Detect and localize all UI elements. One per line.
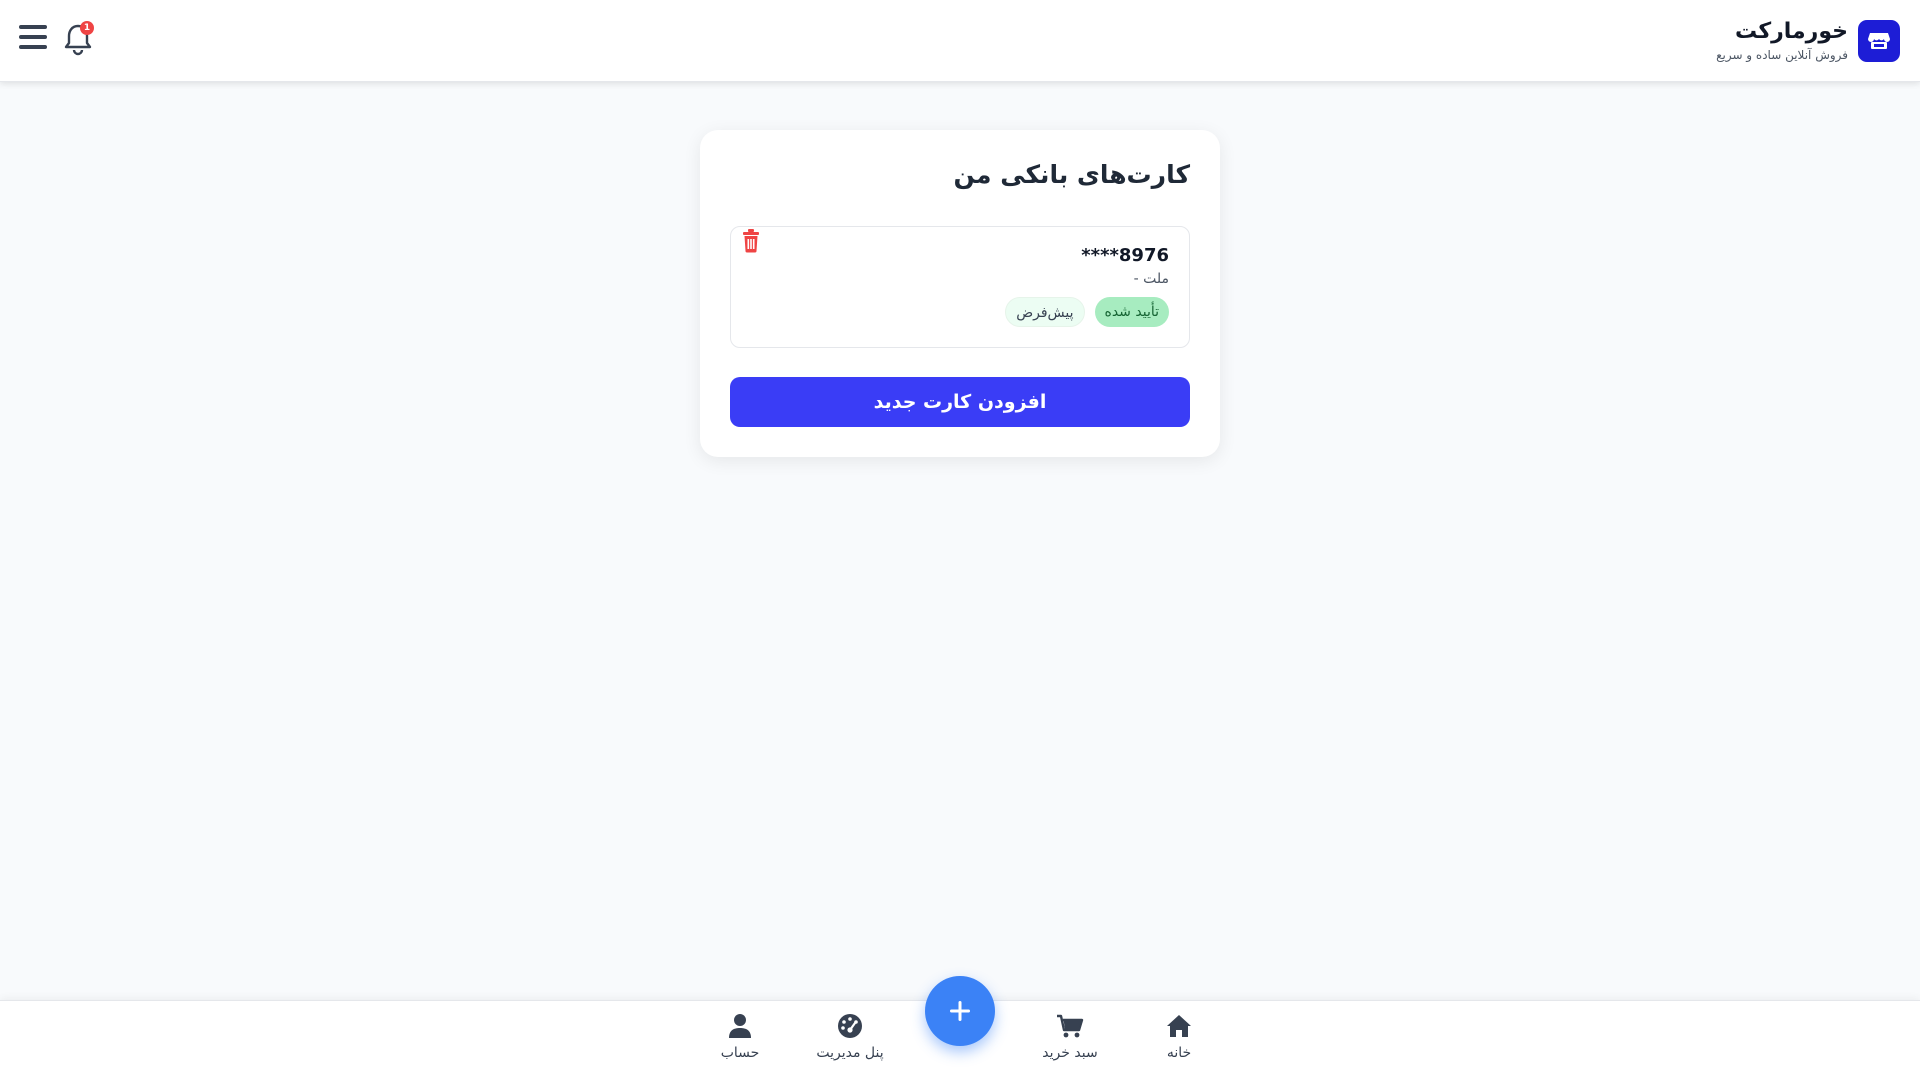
top-header: خورمارکت فروش آنلاین ساده و سریع 1 <box>0 0 1920 82</box>
card-number: ****8976 <box>1081 245 1169 266</box>
bank-card-item[interactable]: ****8976 ملت - تأیید شده پیش‌فرض <box>730 226 1190 348</box>
nav-item-dashboard[interactable]: پنل مدیریت <box>795 1013 905 1073</box>
brand[interactable]: خورمارکت فروش آنلاین ساده و سریع <box>1716 18 1900 64</box>
default-badge: پیش‌فرض <box>1005 297 1085 327</box>
bell-icon[interactable]: 1 <box>63 21 94 56</box>
user-icon <box>729 1014 751 1038</box>
plus-icon <box>950 1001 970 1021</box>
nav-label-dashboard: پنل مدیریت <box>816 1045 884 1061</box>
store-icon <box>1858 20 1900 62</box>
dashboard-icon <box>838 1014 862 1038</box>
add-fab-button[interactable] <box>925 976 995 1046</box>
home-icon <box>1167 1015 1191 1037</box>
nav-item-cart[interactable]: سبد خرید <box>1015 1013 1125 1073</box>
nav-item-home[interactable]: خانه <box>1124 1013 1234 1073</box>
add-card-button[interactable]: افزودن کارت جدید <box>730 377 1190 427</box>
brand-text: خورمارکت فروش آنلاین ساده و سریع <box>1716 19 1848 63</box>
card-tags: تأیید شده پیش‌فرض <box>1005 297 1169 327</box>
brand-title: خورمارکت <box>1735 19 1848 44</box>
verified-badge: تأیید شده <box>1094 297 1169 327</box>
menu-icon[interactable] <box>19 25 47 49</box>
cart-icon <box>1057 1014 1084 1038</box>
nav-label-home: خانه <box>1166 1045 1192 1061</box>
page-title: کارت‌های بانکی من <box>953 160 1190 189</box>
card-bank-name: ملت - <box>1133 271 1169 287</box>
nav-item-account[interactable]: حساب <box>685 1013 795 1073</box>
nav-label-account: حساب <box>720 1045 760 1061</box>
bank-cards-panel: کارت‌های بانکی من ****8976 ملت - تأیید ش… <box>700 130 1220 457</box>
nav-label-cart: سبد خرید <box>1042 1045 1098 1061</box>
brand-subtitle: فروش آنلاین ساده و سریع <box>1716 48 1848 62</box>
trash-icon[interactable] <box>741 229 761 253</box>
notification-badge: 1 <box>80 21 94 35</box>
